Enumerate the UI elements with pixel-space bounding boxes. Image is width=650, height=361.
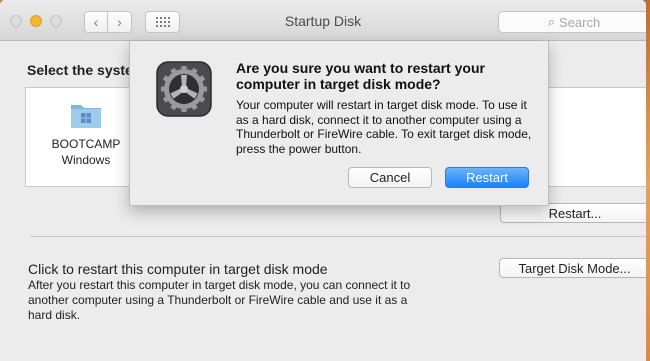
dialog-heading: Are you sure you want to restart your co…: [236, 60, 485, 92]
confirm-restart-button[interactable]: Restart: [445, 167, 529, 188]
search-placeholder: Search: [559, 14, 601, 30]
startup-disk-window: ‹ › Startup Disk ⌕ Search Select the sys…: [0, 0, 646, 361]
restart-button[interactable]: Restart...: [500, 203, 646, 223]
disk-item-bootcamp[interactable]: BOOTCAMP Windows: [51, 100, 121, 167]
search-field[interactable]: ⌕ Search: [498, 11, 646, 33]
disk-name-line1: BOOTCAMP: [51, 137, 121, 151]
system-preferences-gear-icon: [156, 61, 212, 117]
target-disk-mode-button[interactable]: Target Disk Mode...: [499, 258, 646, 278]
disk-name-line2: Windows: [61, 153, 111, 167]
divider: [30, 236, 646, 237]
title-bar: ‹ › Startup Disk ⌕ Search: [0, 0, 646, 41]
target-disk-mode-title: Click to restart this computer in target…: [28, 261, 328, 277]
select-system-label: Select the system: [27, 62, 146, 78]
dialog-message: Your computer will restart in target dis…: [236, 98, 532, 156]
folder-icon: [71, 105, 101, 128]
search-icon: ⌕: [547, 14, 556, 29]
target-disk-mode-description: After you restart this computer in targe…: [28, 278, 411, 322]
confirm-restart-sheet: Are you sure you want to restart your co…: [129, 41, 549, 206]
cancel-button[interactable]: Cancel: [348, 167, 432, 188]
